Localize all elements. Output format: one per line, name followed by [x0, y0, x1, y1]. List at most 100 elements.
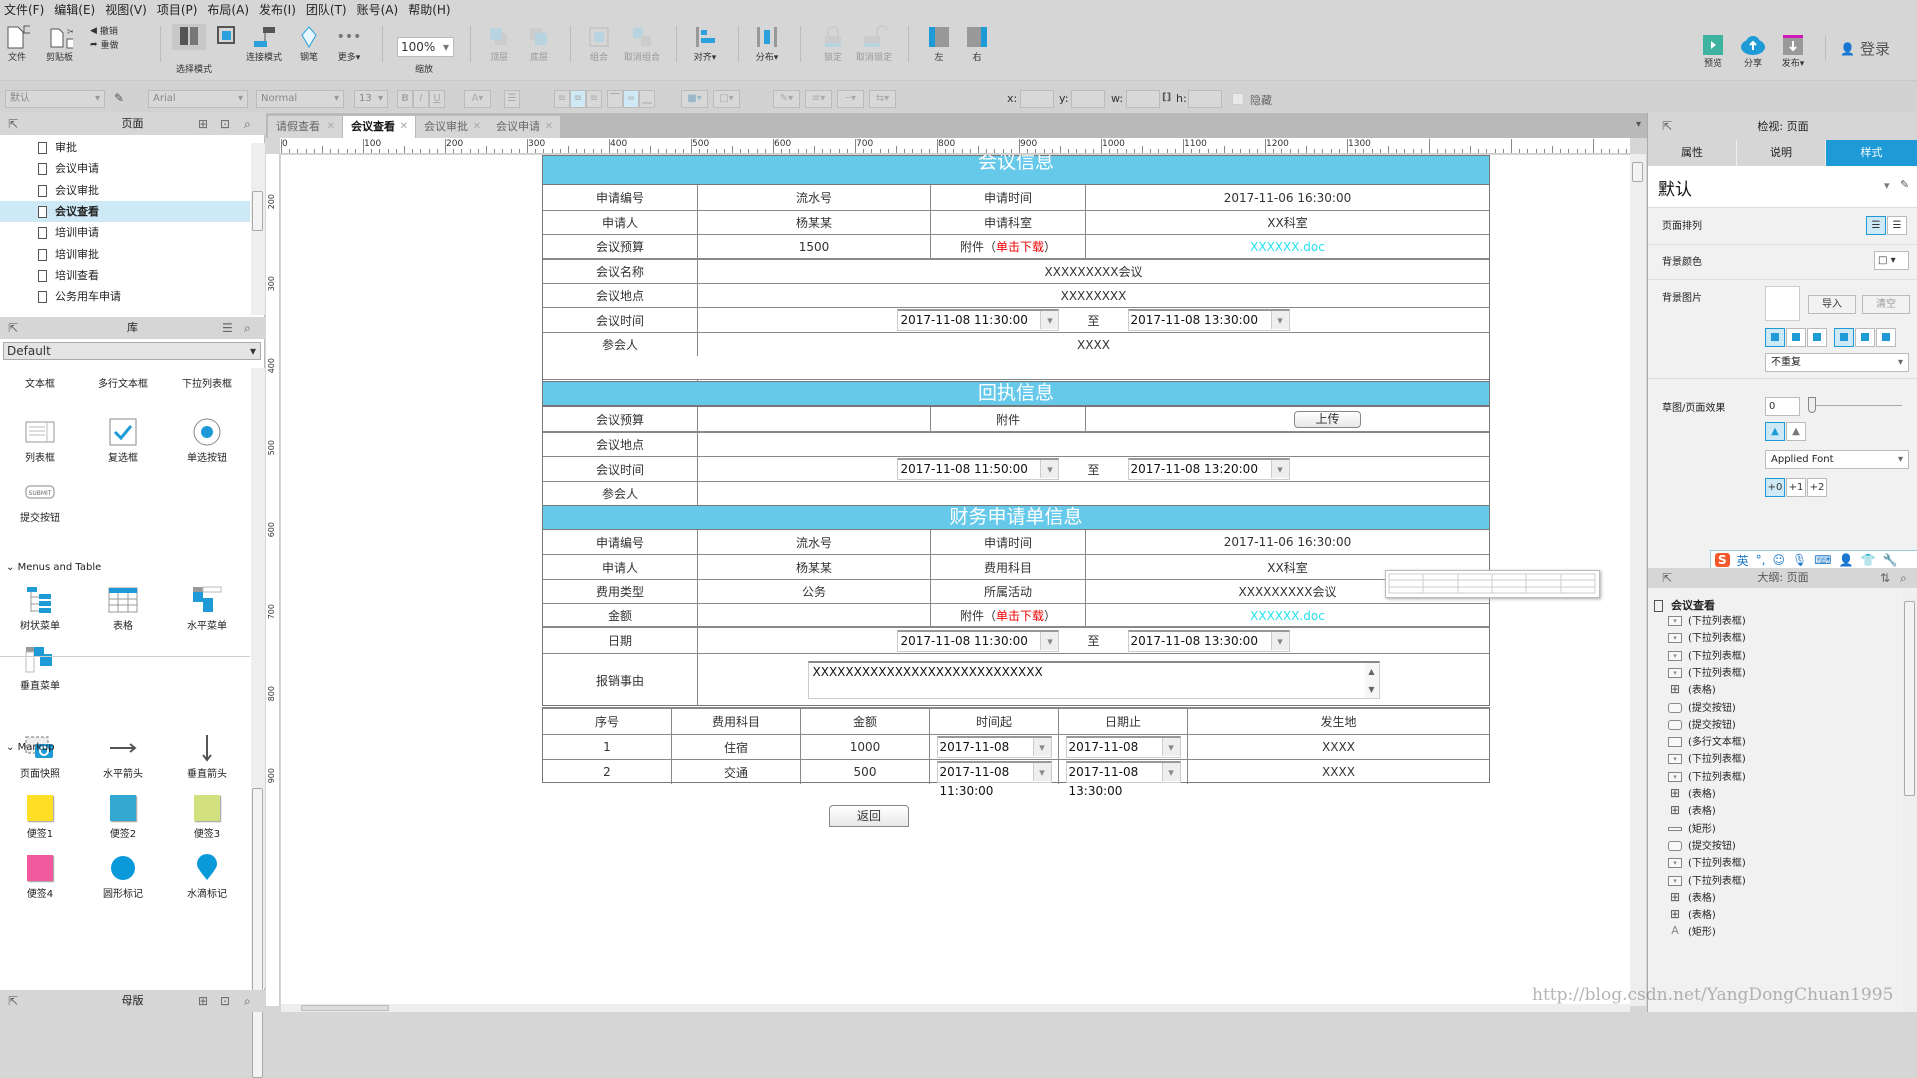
tab-style[interactable]: 样式	[1826, 140, 1917, 166]
library-widget[interactable]: 页面快照	[0, 731, 80, 780]
clipboard-button[interactable]: ✂ 剪贴板	[46, 24, 73, 63]
add-master-icon[interactable]: ⊞	[198, 990, 208, 1012]
design-canvas[interactable]: 会议信息 申请编号 流水号 申请时间 2017-11-06 16:30:00 申…	[281, 155, 1630, 1006]
page-list-item[interactable]: 培训审批	[0, 244, 250, 265]
image-align-button[interactable]	[1876, 328, 1896, 347]
library-widget[interactable]: 文本框	[0, 375, 80, 390]
bg-image-preview[interactable]	[1765, 286, 1800, 321]
outline-item[interactable]: ▾ (下拉列表框)	[1668, 751, 1746, 768]
skin-shirt-icon[interactable]: 👕	[1861, 553, 1876, 567]
search-icon[interactable]: ⌕	[244, 990, 251, 1012]
shadow-button[interactable]: □▾	[713, 90, 740, 108]
add-page-icon[interactable]: ⊞	[198, 113, 208, 135]
font-weight-select[interactable]: Normal	[256, 90, 344, 108]
library-widget[interactable]: 复选框	[83, 415, 163, 464]
outline-item[interactable]: (提交按钮)	[1668, 717, 1736, 734]
tab-properties[interactable]: 属性	[1648, 140, 1737, 166]
height-input[interactable]	[1188, 90, 1222, 108]
close-icon[interactable]: ✕	[327, 116, 335, 138]
valign-bottom-button[interactable]: ⎽	[639, 90, 655, 108]
outline-item[interactable]: ▾ (下拉列表框)	[1668, 769, 1746, 786]
select-contained-button[interactable]	[212, 24, 238, 50]
finance-date-from-dropdown[interactable]: 2017-11-08 11:30:00	[897, 629, 1060, 652]
search-icon[interactable]: ⌕	[1900, 568, 1907, 588]
upload-button[interactable]: 上传	[1294, 410, 1361, 428]
collapse-panel-icon[interactable]: ⇱	[8, 990, 18, 1012]
library-widget[interactable]: 多行文本框	[83, 375, 163, 390]
send-bottom-button[interactable]: 底层	[526, 24, 552, 63]
page-list-item[interactable]: 会议申请	[0, 158, 250, 179]
outline-item[interactable]: ⊞ (表格)	[1668, 682, 1716, 699]
font-select[interactable]: Applied Font	[1765, 450, 1909, 469]
library-widget[interactable]: 水滴标记	[167, 851, 247, 900]
outline-scrollbar[interactable]	[1903, 591, 1917, 1012]
page-list-item[interactable]: 审批	[0, 137, 250, 158]
tab-huiyi-shenqing[interactable]: 会议申请 ✕	[488, 116, 560, 138]
keyboard-icon[interactable]: ⌨	[1814, 553, 1831, 567]
menu-item[interactable]: 发布(I)	[259, 1, 296, 18]
library-widget[interactable]: 列表框	[0, 415, 80, 464]
menu-item[interactable]: 帮助(H)	[408, 1, 450, 18]
library-widget[interactable]: 垂直菜单	[0, 643, 80, 692]
image-align-button[interactable]	[1834, 328, 1854, 347]
date-to-dropdown[interactable]: 2017-11-08 13:30:00	[1065, 761, 1181, 798]
collapse-panel-icon[interactable]: ⇱	[1662, 568, 1672, 588]
outline-item[interactable]: ▾ (下拉列表框)	[1668, 648, 1746, 665]
library-widget[interactable]: 圆形标记	[83, 851, 163, 900]
collapse-panel-icon[interactable]: ⇱	[8, 113, 18, 135]
time-from-dropdown[interactable]: 2017-11-08 11:30:00	[936, 761, 1052, 798]
image-align-button[interactable]	[1855, 328, 1875, 347]
reason-textarea[interactable]: XXXXXXXXXXXXXXXXXXXXXXXXXXXX ▲ ▼	[807, 661, 1380, 699]
font-step-0[interactable]: +0	[1765, 478, 1785, 497]
font-color-button[interactable]: A▾	[464, 90, 491, 108]
dock-left-button[interactable]: 左	[926, 24, 952, 63]
date-to-dropdown[interactable]: 2017-11-08 13:30:00	[1065, 736, 1181, 773]
library-widget[interactable]: 便签2	[83, 791, 163, 840]
hidden-checkbox[interactable]	[1232, 93, 1244, 105]
font-step-1[interactable]: +1	[1786, 478, 1806, 497]
receipt-time-to-dropdown[interactable]: 2017-11-08 13:20:00	[1127, 458, 1290, 480]
tab-qingjia-chakan[interactable]: 请假查看 ✕	[268, 116, 342, 138]
time-from-dropdown[interactable]: 2017-11-08 11:30:00	[936, 736, 1052, 773]
lock-button[interactable]: 锁定	[820, 24, 846, 63]
library-select[interactable]: Default ▾	[3, 342, 261, 360]
align-text-right-button[interactable]: ≡	[586, 90, 602, 108]
menu-item[interactable]: 布局(A)	[207, 1, 249, 18]
tab-list-chevron-icon[interactable]: ▾	[1636, 119, 1641, 130]
import-button[interactable]: 导入	[1808, 295, 1856, 314]
preview-button[interactable]: 预览	[1700, 34, 1726, 69]
lock-aspect-icon[interactable]: []	[1162, 92, 1171, 103]
sketch-slider-handle[interactable]	[1808, 397, 1816, 413]
library-widget[interactable]: 便签4	[0, 851, 80, 900]
distribute-button[interactable]: 分布▾	[754, 24, 780, 63]
line-style-button[interactable]: ┈▾	[837, 90, 864, 108]
collapse-panel-icon[interactable]: ⇱	[1662, 113, 1672, 140]
image-align-button[interactable]	[1786, 328, 1806, 347]
page-list-item[interactable]: 培训查看	[0, 265, 250, 286]
library-scrollbar[interactable]	[251, 368, 265, 1078]
line-color-button[interactable]: ✎▾	[773, 90, 800, 108]
meeting-time-to-dropdown[interactable]: 2017-11-08 13:30:00	[1127, 309, 1290, 331]
menu-item[interactable]: 文件(F)	[4, 1, 44, 18]
outline-item[interactable]: A (矩形)	[1668, 924, 1716, 941]
align-button[interactable]: 对齐▾	[692, 24, 718, 63]
outline-item[interactable]: ⊞ (表格)	[1668, 786, 1716, 803]
outline-item[interactable]: (提交按钮)	[1668, 838, 1736, 855]
page-align-center-button[interactable]: ☰	[1887, 216, 1907, 235]
sketch-input[interactable]: 0	[1765, 397, 1800, 416]
pages-scrollbar[interactable]	[251, 143, 265, 315]
outline-item[interactable]: ▾ (下拉列表框)	[1668, 665, 1746, 682]
pen-button[interactable]: 钢笔	[296, 24, 322, 63]
menu-item[interactable]: 视图(V)	[105, 1, 147, 18]
underline-button[interactable]: U	[429, 90, 445, 108]
section-menus-and-table[interactable]: ⌄ Menus and Table	[6, 562, 101, 573]
login-button[interactable]: 👤 登录	[1840, 38, 1890, 59]
menu-icon[interactable]: ☰	[222, 317, 233, 339]
image-align-button[interactable]	[1807, 328, 1827, 347]
tab-huiyi-chakan[interactable]: 会议查看 ✕	[343, 116, 415, 138]
bullet-list-button[interactable]: ☰	[504, 90, 520, 108]
valign-middle-button[interactable]: =	[623, 90, 639, 108]
width-input[interactable]	[1126, 90, 1160, 108]
tab-huiyi-shenpi[interactable]: 会议审批 ✕	[416, 116, 488, 138]
color-image-button[interactable]: ▲	[1765, 422, 1785, 441]
